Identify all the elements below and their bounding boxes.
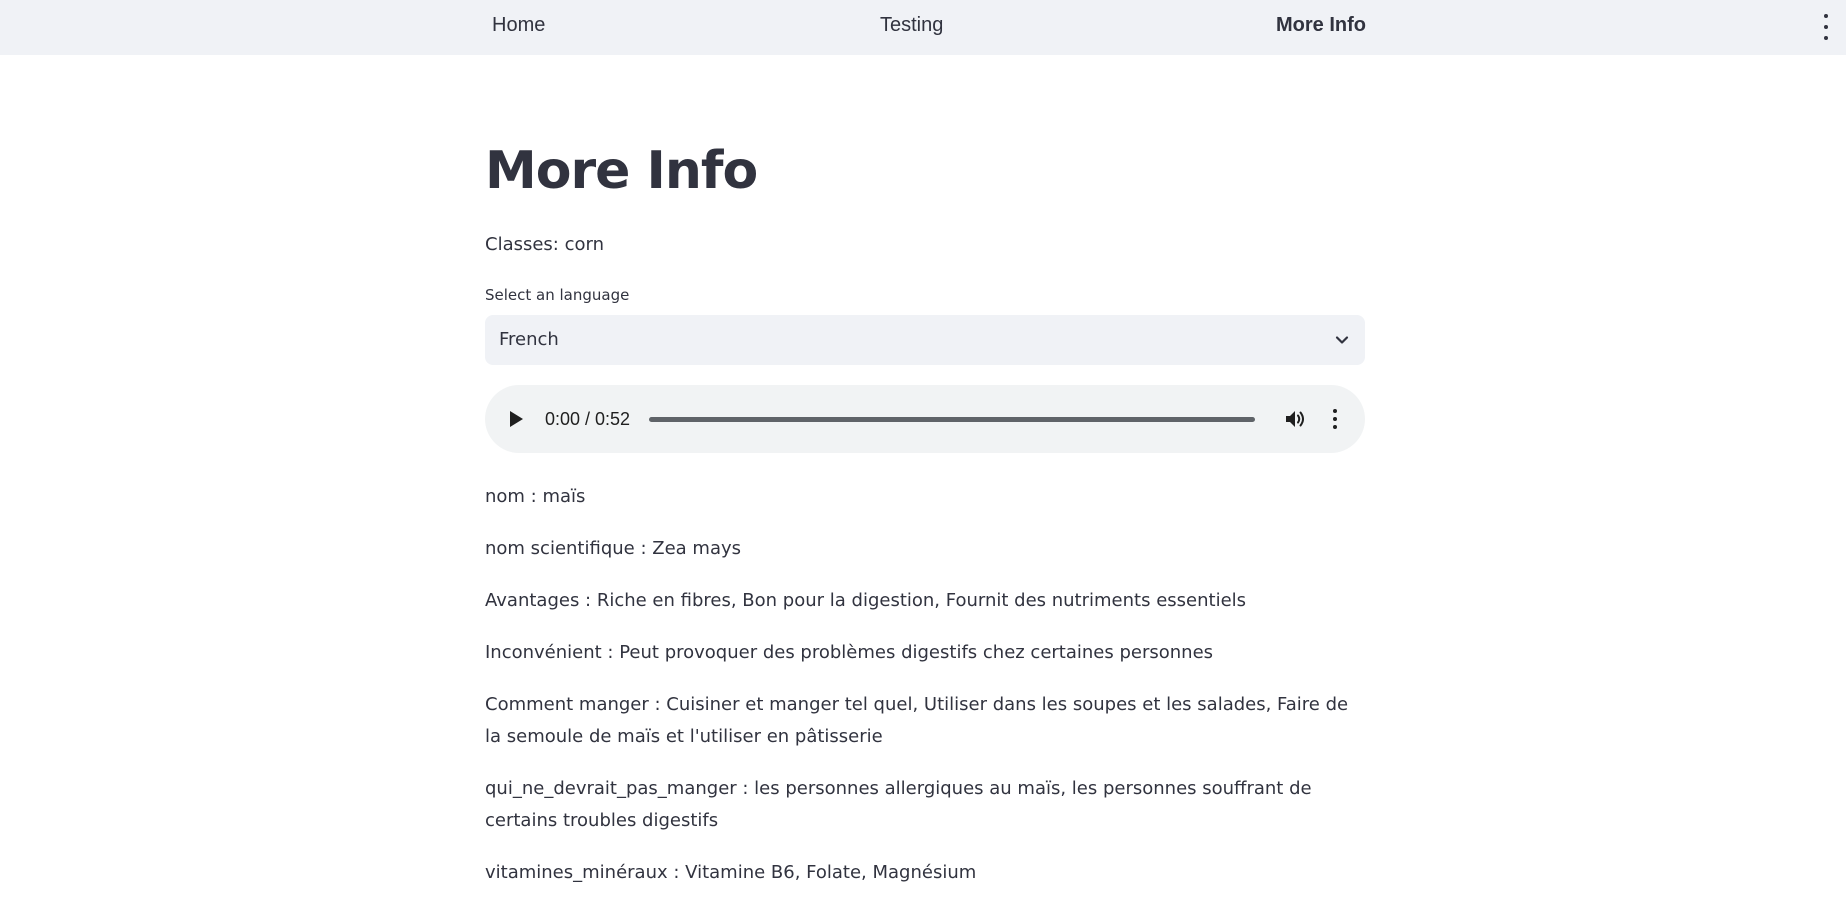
- nav-item-more-info[interactable]: More Info: [1276, 13, 1366, 37]
- audio-more-options-icon[interactable]: [1325, 407, 1345, 431]
- nav-item-testing[interactable]: Testing: [880, 13, 943, 37]
- language-select[interactable]: French: [485, 315, 1365, 365]
- page-title: More Info: [485, 141, 758, 201]
- nav-item-home[interactable]: Home: [492, 13, 545, 37]
- kebab-menu-icon[interactable]: [1816, 14, 1836, 40]
- info-item-name: nom : maïs: [485, 486, 586, 507]
- language-select-label: Select an language: [485, 286, 630, 304]
- info-item-disadvantages: Inconvénient : Peut provoquer des problè…: [485, 642, 1214, 663]
- audio-player: 0:00 / 0:52: [485, 385, 1365, 453]
- audio-seek-bar[interactable]: [649, 417, 1255, 422]
- info-item-who-should-not-eat: qui_ne_devrait_pas_manger : les personne…: [485, 778, 1312, 831]
- info-item-scientific-name: nom scientifique : Zea mays: [485, 538, 741, 559]
- classes-text: Classes: corn: [485, 234, 604, 255]
- language-select-value: French: [499, 329, 559, 350]
- audio-time: 0:00 / 0:52: [545, 409, 631, 429]
- chevron-down-icon: [1335, 336, 1349, 344]
- info-item-advantages: Avantages : Riche en fibres, Bon pour la…: [485, 590, 1247, 611]
- top-navigation: Home Testing More Info: [0, 0, 1846, 55]
- info-item-how-to-eat: Comment manger : Cuisiner et manger tel …: [485, 694, 1349, 747]
- volume-icon[interactable]: [1283, 407, 1307, 431]
- info-list: nom : maïs nom scientifique : Zea mays A…: [485, 481, 1367, 909]
- info-item-vitamins-minerals: vitamines_minéraux : Vitamine B6, Folate…: [485, 862, 977, 883]
- play-icon[interactable]: [507, 409, 525, 429]
